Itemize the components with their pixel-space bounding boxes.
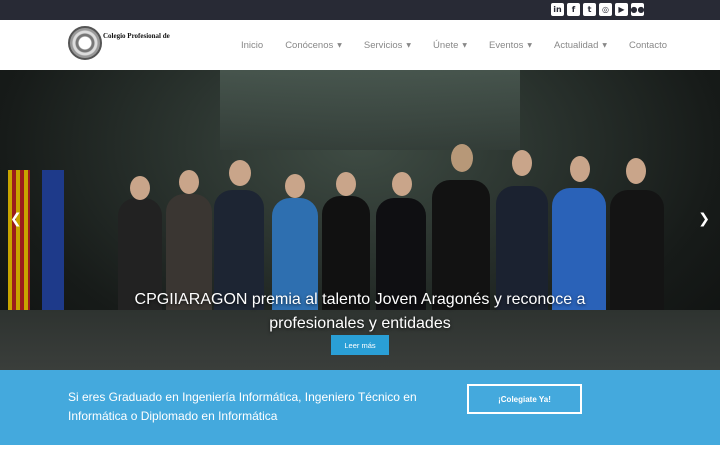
youtube-icon[interactable]: ▶ (615, 3, 628, 16)
menu-item-inicio[interactable]: Inicio (241, 40, 263, 51)
slider-next-arrow-icon[interactable]: ❯ (698, 211, 710, 227)
chevron-down-icon: ▼ (462, 41, 468, 49)
flickr-icon[interactable]: ●● (631, 3, 644, 16)
chevron-down-icon: ▼ (337, 41, 342, 49)
facebook-icon[interactable]: f (567, 3, 580, 16)
instagram-icon[interactable]: ◎ (599, 3, 612, 16)
chevron-down-icon: ▼ (527, 41, 532, 49)
linkedin-icon[interactable]: in (551, 3, 564, 16)
site-logo[interactable]: Colegio Profesional de (68, 26, 170, 60)
menu-item-actualidad[interactable]: Actualidad ▼ (554, 40, 607, 51)
menu-item-eventos[interactable]: Eventos ▼ (489, 40, 532, 51)
main-menu: Inicio Conócenos ▼ Servicios ▼ Únete ▼ Even… (230, 20, 678, 70)
join-now-button[interactable]: ¡Colegiate Ya! (467, 384, 582, 414)
top-bar: in f t ◎ ▶ ●● (0, 0, 720, 20)
hero-photo-backdrop (220, 70, 520, 150)
chevron-down-icon: ▼ (406, 41, 412, 49)
social-links: in f t ◎ ▶ ●● (551, 3, 644, 16)
twitter-icon[interactable]: t (583, 3, 596, 16)
logo-seal-icon (68, 26, 102, 60)
chevron-down-icon: ▼ (602, 41, 607, 49)
menu-item-servicios[interactable]: Servicios ▼ (364, 40, 411, 51)
read-more-button[interactable]: Leer más (331, 335, 389, 355)
hero-caption: CPGIIARAGON premia al talento Joven Arag… (134, 291, 586, 332)
slider-prev-arrow-icon[interactable]: ❮ (10, 211, 22, 227)
menu-item-conocenos[interactable]: Conócenos ▼ (285, 40, 342, 51)
main-navbar: Colegio Profesional de Inicio Conócenos ▼… (0, 20, 720, 70)
hero-slider: ❮ ❯ CPGIIARAGON premia al talento Joven … (0, 70, 720, 370)
cta-band: Si eres Graduado en Ingeniería Informáti… (0, 370, 720, 445)
menu-item-contacto[interactable]: Contacto (629, 40, 667, 51)
logo-text: Colegio Profesional de (103, 32, 170, 40)
cta-text: Si eres Graduado en Ingeniería Informáti… (68, 390, 417, 423)
menu-item-unete[interactable]: Únete ▼ (433, 40, 467, 51)
